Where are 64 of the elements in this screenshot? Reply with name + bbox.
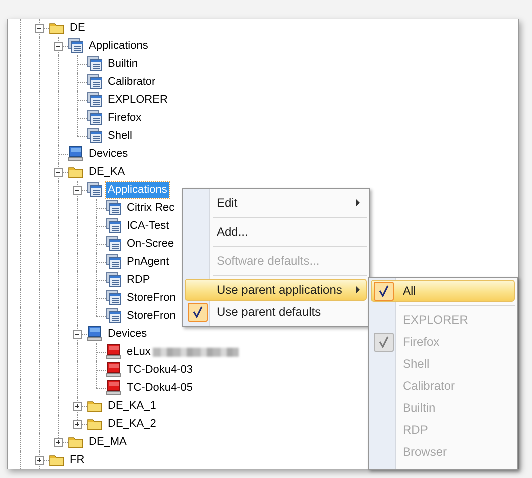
minus-icon xyxy=(55,169,62,176)
window-stack-icon xyxy=(106,236,122,252)
tree-toggle[interactable] xyxy=(54,438,63,447)
tree-toggle[interactable] xyxy=(73,402,82,411)
tree-toggle[interactable] xyxy=(35,456,44,465)
tree-toggle[interactable] xyxy=(73,330,82,339)
tree-toggle[interactable] xyxy=(35,24,44,33)
minus-icon xyxy=(36,25,43,32)
tree-item[interactable]: Builtin xyxy=(106,56,140,72)
tree-item[interactable]: On-Scree xyxy=(125,236,176,252)
window-stack-icon xyxy=(87,74,103,90)
plus-icon xyxy=(55,439,62,446)
tree-item[interactable]: DE_KA_2 xyxy=(106,416,158,432)
tree-item[interactable]: Firefox xyxy=(106,110,144,126)
window-stack-icon xyxy=(106,218,122,234)
window-stack-icon xyxy=(106,254,122,270)
window-stack-icon xyxy=(106,308,122,324)
plus-icon xyxy=(74,403,81,410)
window-stack-icon xyxy=(106,200,122,216)
window-stack-icon xyxy=(87,182,103,198)
window-stack-icon xyxy=(106,290,122,306)
tree-item[interactable]: StoreFron xyxy=(125,290,178,306)
tree-item[interactable]: Citrix Rec xyxy=(125,200,177,216)
menu-item[interactable]: Add... xyxy=(185,221,367,243)
menu-item[interactable]: Edit xyxy=(185,192,367,214)
tree-item[interactable]: ICA-Test xyxy=(125,218,172,234)
tree-item[interactable]: DE_KA_1 xyxy=(106,398,158,414)
window-stack-icon xyxy=(68,38,84,54)
tree-item[interactable]: RDP xyxy=(125,272,152,288)
menu-item[interactable]: Use parent defaults xyxy=(185,301,367,323)
plus-icon xyxy=(36,457,43,464)
tree-item[interactable]: TC-Doku4-03 xyxy=(125,362,196,378)
minus-icon xyxy=(55,43,62,50)
tree-item[interactable]: eLux xyxy=(125,344,153,360)
tree-item[interactable]: FR xyxy=(68,452,87,468)
tree-item[interactable]: EXPLORER xyxy=(106,92,170,108)
menu-item[interactable]: All xyxy=(371,280,515,302)
window-stack-icon xyxy=(87,128,103,144)
window-stack-icon xyxy=(87,92,103,108)
tree-item[interactable]: Applications xyxy=(87,38,150,54)
tree-item[interactable]: TC-Doku4-05 xyxy=(125,380,196,396)
tree-toggle[interactable] xyxy=(73,420,82,429)
tree-toggle[interactable] xyxy=(54,42,63,51)
tree-item[interactable]: Calibrator xyxy=(106,74,158,90)
window-stack-icon xyxy=(87,56,103,72)
tree-toggle[interactable] xyxy=(54,168,63,177)
menu-item[interactable]: Use parent applications xyxy=(185,279,367,301)
minus-icon xyxy=(74,187,81,194)
tree-item[interactable]: Shell xyxy=(106,128,134,144)
checkmark-icon xyxy=(378,336,390,348)
tree-item[interactable]: DE xyxy=(68,20,88,36)
tree-item[interactable]: StoreFron xyxy=(125,308,178,324)
tree-item[interactable]: Devices xyxy=(87,146,130,162)
tree-item[interactable]: Devices xyxy=(106,326,150,342)
tree-item[interactable]: DE_MA xyxy=(87,434,129,450)
window-stack-icon xyxy=(106,272,122,288)
plus-icon xyxy=(74,421,81,428)
window-stack-icon xyxy=(87,110,103,126)
tree-toggle[interactable] xyxy=(73,186,82,195)
tree-item[interactable]: DE_KA xyxy=(87,164,128,180)
checkmark-icon xyxy=(378,285,390,297)
minus-icon xyxy=(74,331,81,338)
checkmark-icon xyxy=(192,306,204,318)
tree-item[interactable]: PnAgent xyxy=(125,254,172,270)
